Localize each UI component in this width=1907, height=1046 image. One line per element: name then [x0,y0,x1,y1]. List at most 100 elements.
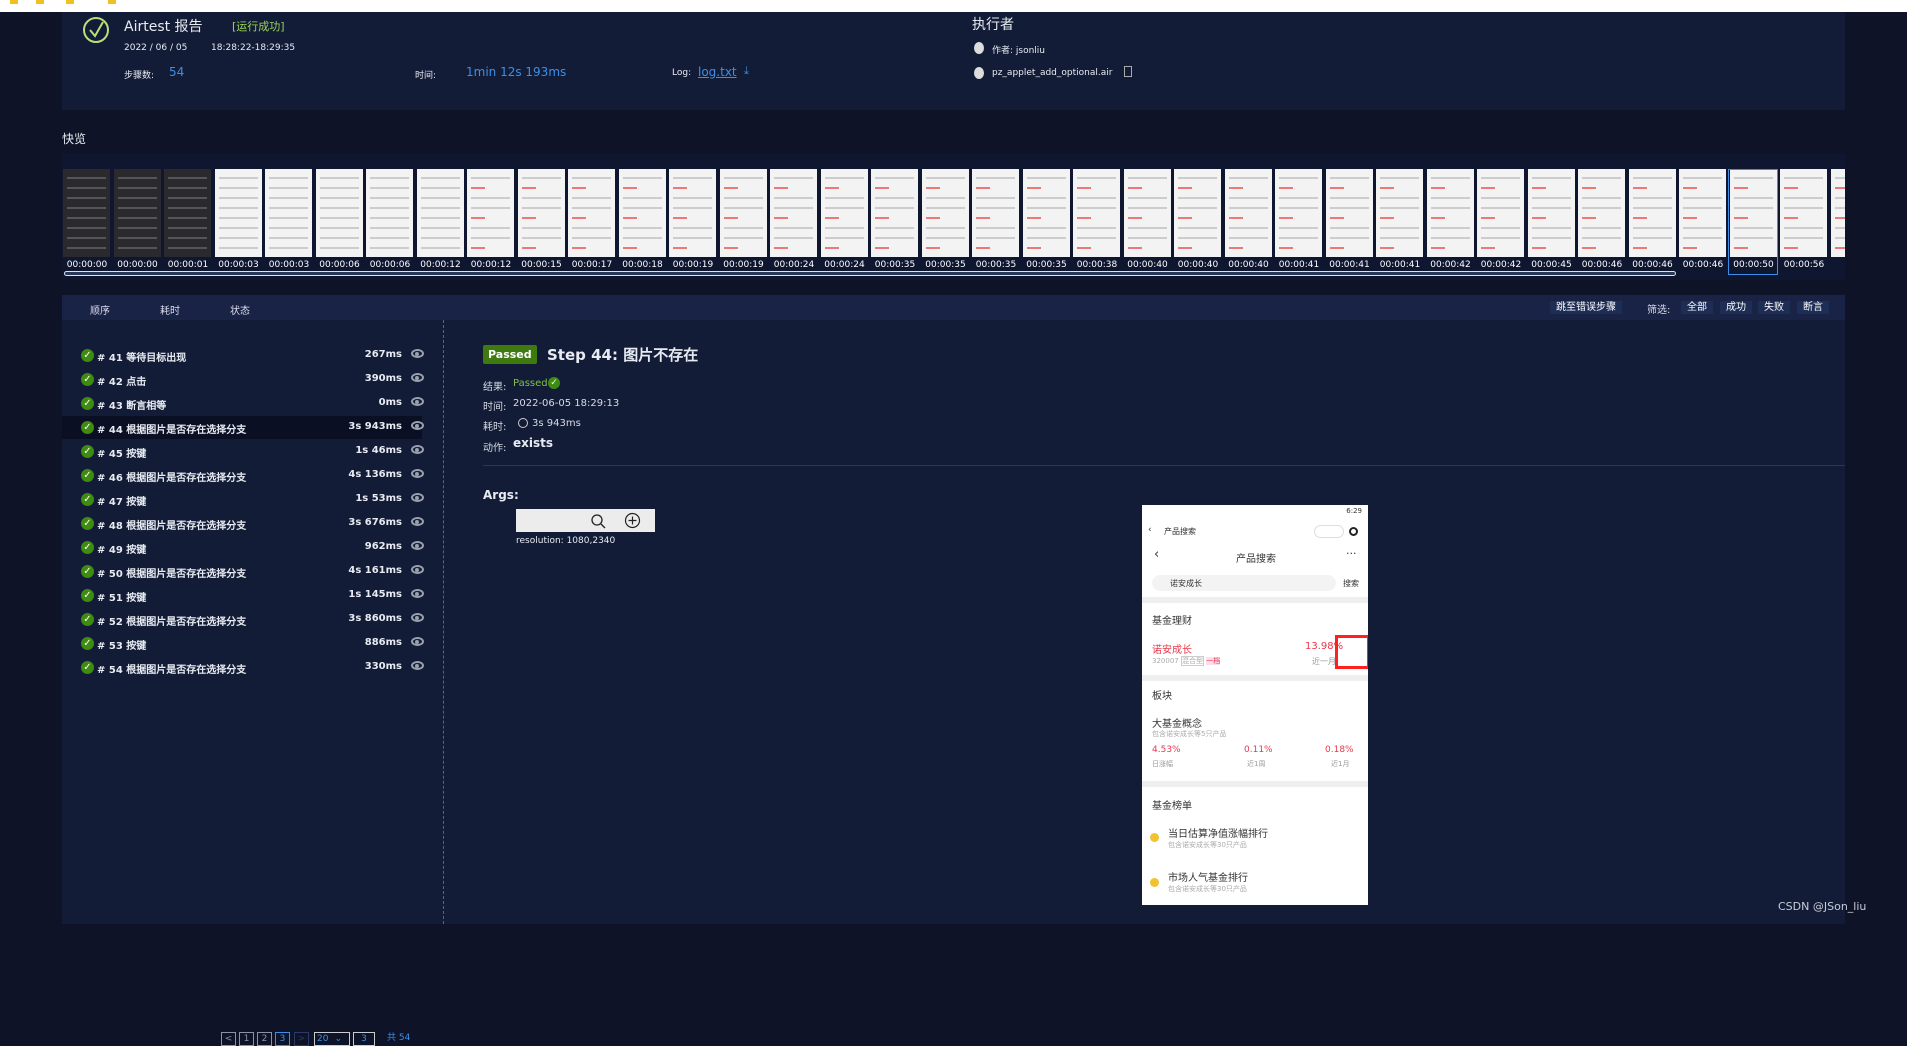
screenshot-thumbnail[interactable] [972,169,1019,257]
page-3-button[interactable]: 3 [275,1032,290,1046]
step-duration: 962ms [364,541,402,552]
thumbnail-timestamp: 00:00:17 [571,260,613,270]
screenshot-thumbnail[interactable] [1477,169,1524,257]
fund-tag: 一档 [1206,657,1221,665]
step-row[interactable]: ✓ # 48 根据图片是否存在选择分支 3s 676ms [62,512,424,535]
step-row[interactable]: ✓ # 42 点击 390ms [62,368,424,391]
eye-icon[interactable] [411,517,424,526]
prev-page-button[interactable]: < [221,1032,236,1046]
eye-icon[interactable] [411,349,424,358]
eye-icon[interactable] [411,661,424,670]
screenshot-thumbnail[interactable] [1426,169,1474,257]
page-2-button[interactable]: 2 [257,1032,272,1046]
eye-icon[interactable] [411,421,424,430]
screenshot-thumbnail[interactable] [416,169,464,257]
thumbnail-timestamp: 00:00:35 [874,260,916,270]
screenshot-thumbnail[interactable] [214,169,262,257]
eye-icon[interactable] [411,445,424,454]
result-label: 结果: [483,382,507,393]
eye-icon[interactable] [411,469,424,478]
screenshot-thumbnail[interactable] [1628,169,1676,257]
next-page-button[interactable]: > [294,1032,309,1046]
back-icon: ‹ [1154,547,1160,562]
eye-icon[interactable] [411,541,424,550]
step-label: # 53 按键 [97,641,147,652]
screenshot-thumbnail[interactable] [1073,169,1120,257]
filter-fail-button[interactable]: 失败 [1758,301,1790,314]
screenshot-thumbnail[interactable] [315,169,363,257]
screenshot-thumbnail[interactable] [1022,169,1070,257]
screenshot-thumbnail[interactable] [265,169,312,257]
log-link[interactable]: log.txt [698,65,737,79]
screenshot-thumbnail[interactable] [820,169,868,257]
search-icon[interactable] [590,513,606,529]
eye-icon[interactable] [411,397,424,406]
page-size-select[interactable]: 20 ⌄ [314,1032,350,1046]
page-jump-input[interactable]: 3 [353,1032,375,1046]
step-row[interactable]: ✓ # 50 根据图片是否存在选择分支 4s 161ms [62,560,424,583]
overview-title: 快览 [62,132,87,146]
screenshot-thumbnail[interactable] [1679,169,1726,257]
jump-error-button[interactable]: 跳至错误步骤 [1550,301,1622,314]
screenshot-thumbnail[interactable] [770,169,817,257]
screenshot-thumbnail[interactable] [1780,169,1827,257]
screenshot-thumbnail[interactable] [1275,169,1322,257]
screenshot-thumbnail[interactable] [113,169,161,257]
search-button: 搜索 [1343,579,1359,588]
screenshot-thumbnail[interactable] [1174,169,1221,257]
step-row[interactable]: ✓ # 54 根据图片是否存在选择分支 330ms [62,656,424,679]
step-row[interactable]: ✓ # 44 根据图片是否存在选择分支 3s 943ms [62,416,424,439]
step-row[interactable]: ✓ # 49 按键 962ms [62,536,424,559]
download-icon[interactable]: ⤓ [744,64,749,78]
eye-icon[interactable] [411,565,424,574]
rate-week-label: 近1周 [1247,760,1266,768]
thumbnail-timestamp: 00:00:40 [1177,260,1219,270]
page-1-button[interactable]: 1 [239,1032,254,1046]
screenshot-thumbnail[interactable] [871,169,918,257]
sort-status-tab[interactable]: 状态 [230,302,250,317]
screenshot-thumbnail[interactable] [517,169,565,257]
step-row[interactable]: ✓ # 43 断言相等 0ms [62,392,424,415]
section-title: 基金榜单 [1152,801,1192,812]
screenshot-thumbnail[interactable] [719,169,767,257]
screenshot-thumbnail[interactable] [1527,169,1575,257]
passed-check-icon: ✓ [81,445,94,458]
thumbnail-timestamp: 0 [1830,260,1846,270]
step-row[interactable]: ✓ # 47 按键 1s 53ms [62,488,424,511]
screenshot-thumbnail[interactable] [467,169,514,257]
copy-icon[interactable] [1124,66,1132,77]
step-row[interactable]: ✓ # 52 根据图片是否存在选择分支 3s 860ms [62,608,424,631]
eye-icon[interactable] [411,373,424,382]
screenshot-thumbnail[interactable] [568,169,615,257]
screenshot-thumbnail[interactable] [921,169,969,257]
screenshot-thumbnail[interactable] [63,169,110,257]
screenshot-thumbnail[interactable] [1224,169,1272,257]
screenshot-thumbnail[interactable] [1325,169,1373,257]
eye-icon[interactable] [411,589,424,598]
filter-all-button[interactable]: 全部 [1681,301,1713,314]
step-row[interactable]: ✓ # 53 按键 886ms [62,632,424,655]
screenshot-thumbnail[interactable] [1578,169,1625,257]
screenshot-thumbnail[interactable] [1376,169,1423,257]
step-row[interactable]: ✓ # 45 按键 1s 46ms [62,440,424,463]
sort-duration-tab[interactable]: 耗时 [160,302,180,317]
screenshot-thumbnail[interactable] [618,169,666,257]
filter-assert-button[interactable]: 断言 [1797,301,1829,314]
zoom-in-icon[interactable] [624,512,641,529]
eye-icon[interactable] [411,493,424,502]
screenshot-thumbnail[interactable] [366,169,413,257]
screenshot-thumbnail[interactable] [1830,169,1845,257]
screenshot-thumbnail[interactable] [1123,169,1171,257]
step-row[interactable]: ✓ # 51 按键 1s 145ms [62,584,424,607]
step-row[interactable]: ✓ # 46 根据图片是否存在选择分支 4s 136ms [62,464,424,487]
rank-sub: 包含诺安成长等30只产品 [1168,841,1247,849]
screenshot-thumbnail[interactable] [669,169,716,257]
sort-order-tab[interactable]: 顺序 [90,302,110,317]
step-row[interactable]: ✓ # 41 等待目标出现 267ms [62,344,424,367]
eye-icon[interactable] [411,637,424,646]
screenshot-thumbnail[interactable] [164,169,211,257]
filter-success-button[interactable]: 成功 [1720,301,1752,314]
horizontal-scrollbar[interactable] [64,271,1676,276]
step-label: # 46 根据图片是否存在选择分支 [97,473,247,484]
eye-icon[interactable] [411,613,424,622]
